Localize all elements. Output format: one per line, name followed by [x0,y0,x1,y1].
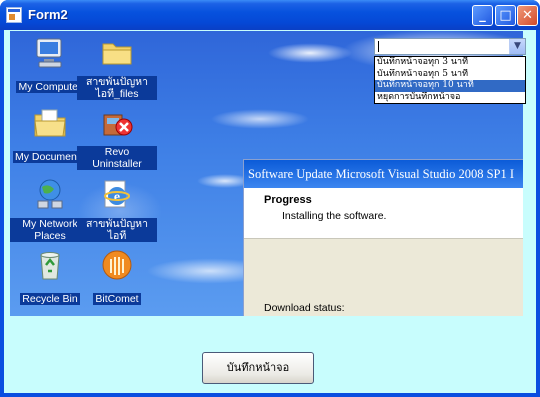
desktop-icon-files-folder: สาขพันปัญหาไอที_files [77,35,157,101]
window-title: Form2 [28,7,68,22]
desktop-icon-label: สาขพันปัญหาไอที_files [77,76,157,100]
updater-title: Software Update Microsoft Visual Studio … [244,160,523,188]
option-every-10-minutes[interactable]: บันทึกหน้าจอทุก 10 นาที [375,80,525,92]
updater-header-panel: Progress Installing the software. [244,188,523,239]
option-every-5-minutes[interactable]: บันทึกหน้าจอทุก 5 นาที [375,69,525,81]
software-update-window: Software Update Microsoft Visual Studio … [243,159,523,316]
desktop-icon-revo-uninstaller: Revo Uninstaller [77,105,157,171]
option-stop-capture[interactable]: หยุดการบันทึกหน้าจอ [375,92,525,104]
form2-window: Form2 _ □ ✕ My Computer My Documents My … [0,0,540,397]
close-button[interactable]: ✕ [517,5,538,26]
bitcomet-icon [102,250,132,280]
desktop-icon-label: Recycle Bin [20,293,80,305]
desktop-icon-label: My Computer [16,81,84,93]
minimize-button[interactable]: _ [472,5,493,26]
title-bar[interactable]: Form2 _ □ ✕ [0,0,540,30]
option-every-3-minutes[interactable]: บันทึกหน้าจอทุก 3 นาที [375,57,525,69]
desktop-icon-label: Revo Uninstaller [77,146,157,170]
capture-interval-options: บันทึกหน้าจอทุก 3 นาที บันทึกหน้าจอทุก 5… [374,56,526,104]
desktop-icon-label: BitComet [93,293,141,305]
computer-icon [36,38,62,68]
text-caret [378,41,379,52]
desktop-icon-label: My Documents [12,151,88,163]
updater-heading: Progress [264,194,312,206]
desktop-icon-bitcomet: BitComet [77,247,157,306]
recycle-bin-icon [40,252,60,280]
download-status-label: Download status: [264,302,345,314]
desktop-icon-label: สาขพันปัญหาไอที [77,218,157,242]
network-icon [37,179,63,209]
documents-folder-icon [34,109,66,137]
chevron-down-icon[interactable]: ▼ [509,39,525,54]
maximize-button[interactable]: □ [495,5,516,26]
uninstaller-icon [103,114,133,136]
capture-interval-select[interactable]: ▼ [374,38,526,55]
folder-icon [102,43,132,65]
capture-screen-button[interactable]: บันทึกหน้าจอ [202,352,314,384]
updater-subheading: Installing the software. [282,210,387,222]
form-app-icon [6,7,22,23]
internet-explorer-icon: e [104,180,130,208]
desktop-icon-ie-shortcut: e สาขพันปัญหาไอที [77,177,157,243]
